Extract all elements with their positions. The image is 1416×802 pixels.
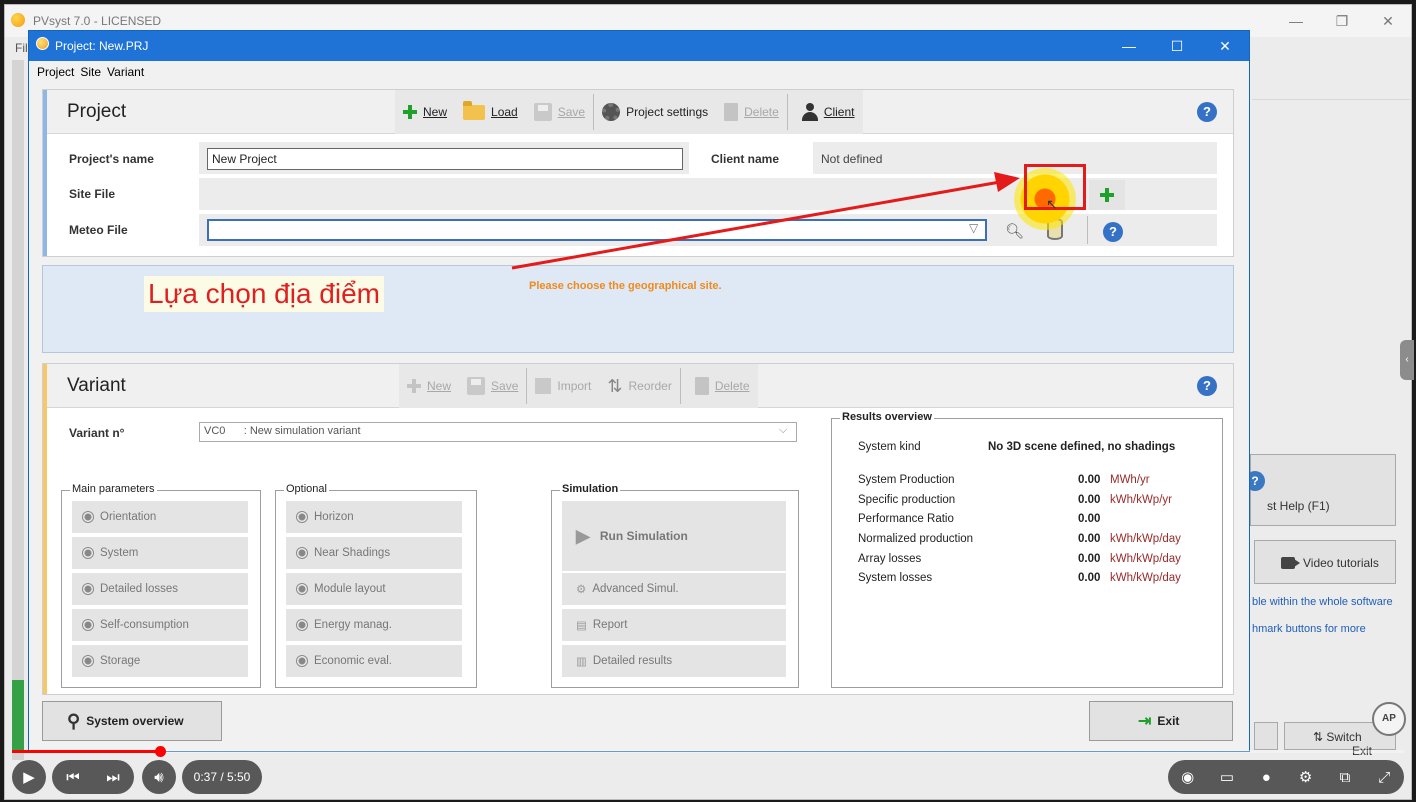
video-scrubber-handle[interactable] [154,746,166,757]
settings-gear-icon[interactable]: ⚙ [1291,768,1321,786]
video-progress-bar[interactable] [12,746,1404,757]
previous-icon[interactable]: ⏮ [53,769,93,786]
mouse-cursor-icon: ↖ [1046,196,1058,212]
miniplayer-icon[interactable]: ⧉ [1330,769,1360,786]
play-icon: ▶ [23,769,35,786]
autoplay-icon[interactable]: ● [1251,769,1281,786]
volume-button[interactable]: 🔊︎ [142,760,176,794]
video-progress-fill [12,750,160,753]
fullscreen-icon[interactable]: ⤢ [1369,769,1399,786]
next-icon[interactable]: ⏭ [93,769,133,786]
subtitles-icon[interactable]: ▭ [1212,768,1242,786]
annotation-arrow [511,172,1020,270]
arrow-line [511,180,1001,270]
video-right-controls: ◉ ▭ ● ⚙ ⧉ ⤢ [1168,760,1404,794]
channel-logo: AP [1372,702,1406,736]
prev-next-controls: ⏮ ⏭ [52,760,134,794]
video-time: 0:37 / 5:50 [182,760,262,794]
volume-icon: 🔊︎ [154,768,164,786]
play-button[interactable]: ▶ [12,760,46,794]
camera-icon[interactable]: ◉ [1173,768,1203,786]
